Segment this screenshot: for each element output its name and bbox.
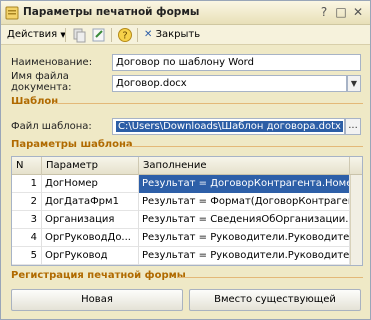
param-cell[interactable]: ОргРуковод: [42, 247, 139, 265]
template-file-field[interactable]: C:\Users\Downloads\Шаблон договора.dotx: [112, 118, 345, 135]
table-header: N Параметр Заполнение: [12, 157, 362, 175]
table-row[interactable]: 5 ОргРуковод Результат = Руководители.Ру…: [12, 247, 362, 265]
chevron-down-icon[interactable]: ▼: [347, 75, 361, 92]
fill-cell[interactable]: Результат = ДоговорКонтрагента.Номер;: [139, 175, 350, 193]
toolbar-divider: [137, 28, 138, 42]
help-icon[interactable]: ?: [317, 4, 331, 20]
toolbar: Действия ▼ ? ✕ Закрыть: [1, 25, 370, 45]
table-row[interactable]: 4 ОргРуководДо... Результат = Руководите…: [12, 229, 362, 247]
file-name-field[interactable]: Договор.docx: [112, 75, 347, 92]
maximize-icon[interactable]: □: [334, 4, 348, 20]
params-section-title: Параметры шаблона: [11, 139, 133, 150]
file-name-label-2: документа:: [11, 82, 72, 93]
toolbar-divider: [65, 28, 66, 42]
row-number: 5: [12, 247, 42, 265]
params-table: N Параметр Заполнение 1 ДогНомер Результ…: [11, 156, 363, 266]
param-cell[interactable]: ДогДатаФрм1: [42, 193, 139, 211]
browse-button[interactable]: ...: [345, 118, 361, 135]
close-x-icon: ✕: [144, 29, 153, 40]
name-field[interactable]: Договор по шаблону Word: [112, 54, 361, 71]
column-header-param[interactable]: Параметр: [42, 157, 139, 175]
new-button[interactable]: Новая: [11, 289, 183, 311]
form-icon: [5, 6, 19, 20]
row-number: 2: [12, 193, 42, 211]
template-file-label: Файл шаблона:: [11, 121, 92, 132]
template-section-title: Шаблон: [11, 96, 59, 107]
svg-text:?: ?: [122, 31, 127, 42]
help-icon[interactable]: ?: [117, 27, 133, 43]
template-file-path: C:\Users\Downloads\Шаблон договора.dotx: [116, 121, 343, 132]
fill-cell[interactable]: Результат = Руководители.РуководительД..…: [139, 229, 350, 247]
row-number: 4: [12, 229, 42, 247]
row-number: 3: [12, 211, 42, 229]
param-cell[interactable]: Организация: [42, 211, 139, 229]
param-cell[interactable]: ОргРуководДо...: [42, 229, 139, 247]
vertical-scrollbar[interactable]: [350, 175, 362, 265]
close-label: Закрыть: [155, 29, 201, 40]
section-divider: [178, 277, 363, 278]
close-button[interactable]: ✕ Закрыть: [144, 27, 200, 43]
column-header-fill[interactable]: Заполнение: [139, 157, 350, 175]
fill-cell[interactable]: Результат = Формат(ДоговорКонтрагента...: [139, 193, 350, 211]
dialog-window: Параметры печатной формы ? □ ✕ Действия …: [0, 0, 371, 320]
edit-form-icon[interactable]: [91, 27, 107, 43]
column-header-n[interactable]: N: [12, 157, 42, 175]
param-cell[interactable]: ДогНомер: [42, 175, 139, 193]
row-number: 1: [12, 175, 42, 193]
table-row[interactable]: 2 ДогДатаФрм1 Результат = Формат(Договор…: [12, 193, 362, 211]
file-name-label: Имя файла: [11, 71, 69, 82]
fill-cell[interactable]: Результат = СведенияОбОрганизации.Пол...: [139, 211, 350, 229]
replace-existing-button[interactable]: Вместо существующей: [189, 289, 361, 311]
close-icon[interactable]: ✕: [351, 4, 365, 20]
fill-cell[interactable]: Результат = Руководители.Руководитель;: [139, 247, 350, 265]
toolbar-divider: [111, 28, 112, 42]
copy-icon[interactable]: [71, 27, 87, 43]
section-divider: [127, 146, 363, 147]
section-divider: [53, 103, 363, 104]
register-section-title: Регистрация печатной формы: [11, 270, 186, 281]
actions-menu[interactable]: Действия ▼: [7, 27, 66, 43]
name-label: Наименование:: [11, 57, 93, 68]
actions-label: Действия: [7, 29, 58, 40]
title-bar[interactable]: Параметры печатной формы ? □ ✕: [1, 1, 370, 25]
table-row[interactable]: 3 Организация Результат = СведенияОбОрга…: [12, 211, 362, 229]
window-title: Параметры печатной формы: [23, 6, 200, 18]
table-row[interactable]: 1 ДогНомер Результат = ДоговорКонтрагент…: [12, 175, 362, 193]
